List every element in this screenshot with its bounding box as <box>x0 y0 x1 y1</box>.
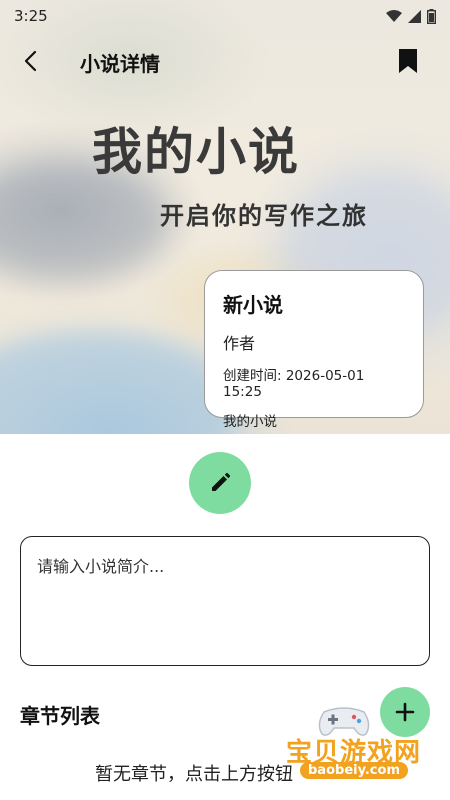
watermark-url: baobeiy.com <box>300 762 408 779</box>
cover-subtitle: 开启你的写作之旅 <box>160 202 368 230</box>
wifi-icon <box>386 9 402 22</box>
watermark-brand: 宝贝游戏网 <box>286 738 422 768</box>
chapter-list-title: 章节列表 <box>20 704 100 728</box>
novel-description: 我的小说 <box>223 414 277 430</box>
status-icons <box>386 8 436 24</box>
page-title: 小说详情 <box>80 52 160 76</box>
intro-input[interactable]: 请输入小说简介... <box>20 536 430 666</box>
app-bar: 小说详情 <box>0 38 450 84</box>
bookmark-icon <box>399 49 417 73</box>
plus-icon <box>395 702 415 722</box>
add-chapter-button[interactable] <box>380 687 430 737</box>
empty-chapters-text: 暂无章节，点击上方按钮 <box>95 764 293 785</box>
bookmark-button[interactable] <box>394 46 422 76</box>
novel-title: 新小说 <box>223 293 283 317</box>
novel-created-time: 创建时间: 2026-05-01 15:25 <box>223 368 365 400</box>
edit-button[interactable] <box>189 452 251 514</box>
cover-banner: 3:25 小说详情 我的小说 开启你的写作之旅 新小说 作者 创建时间: 202… <box>0 0 450 434</box>
novel-author: 作者 <box>223 334 256 353</box>
back-button[interactable] <box>14 44 48 78</box>
battery-icon <box>427 8 436 24</box>
gamepad-logo-icon <box>318 707 370 736</box>
status-bar: 3:25 <box>0 0 450 32</box>
back-arrow-icon <box>24 50 37 72</box>
status-time: 3:25 <box>14 7 48 25</box>
pencil-icon <box>212 472 231 491</box>
cover-title: 我的小说 <box>92 123 300 181</box>
signal-icon <box>408 9 421 23</box>
novel-info-card: 新小说 作者 创建时间: 2026-05-01 15:25 我的小说 <box>204 270 424 430</box>
